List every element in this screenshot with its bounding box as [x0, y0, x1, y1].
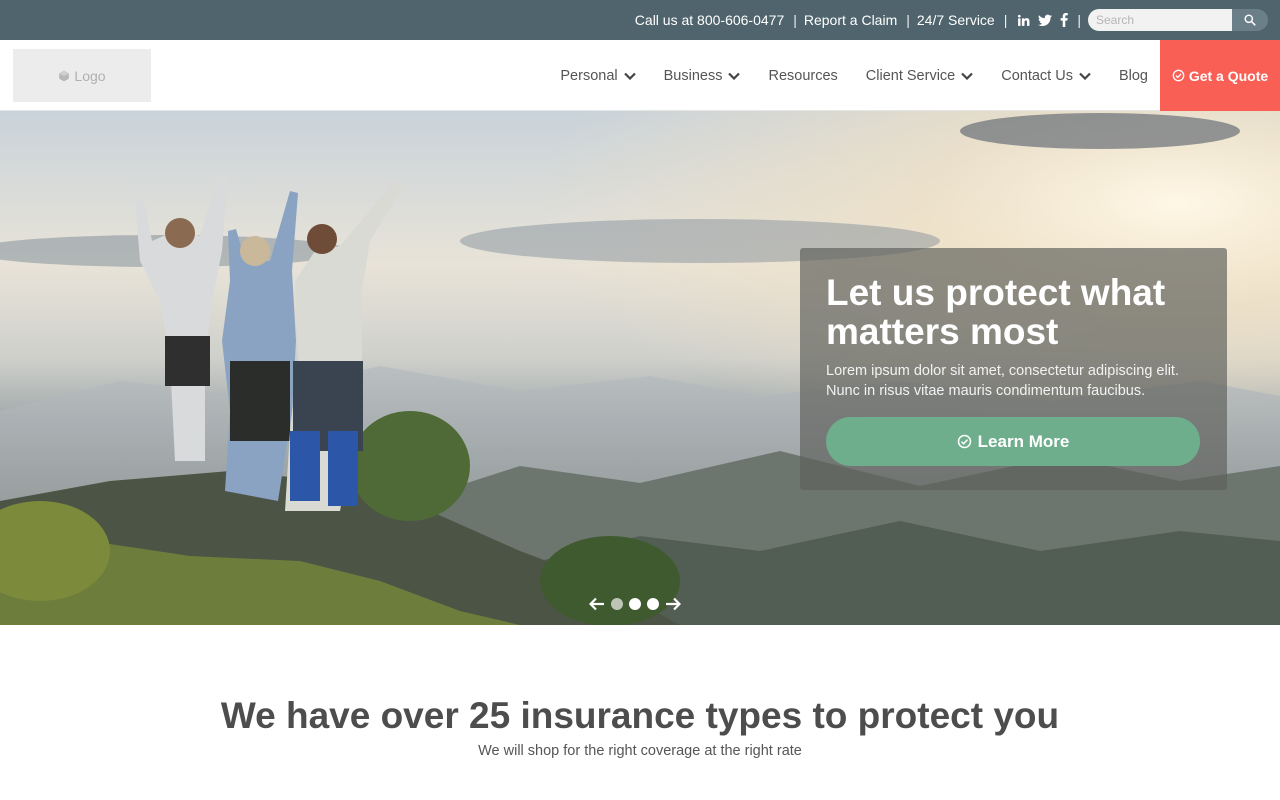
nav-label: Contact Us	[1001, 67, 1073, 84]
social-links	[1017, 13, 1069, 27]
nav-label: Business	[663, 67, 723, 84]
nav-item-personal[interactable]: Personal	[560, 67, 636, 84]
check-circle-icon	[1172, 69, 1185, 82]
search-button[interactable]	[1232, 9, 1268, 31]
site-header: Logo Personal Business Resources Client …	[0, 40, 1280, 111]
facebook-icon[interactable]	[1060, 13, 1069, 27]
twitter-icon[interactable]	[1038, 14, 1053, 27]
section-subtitle: We will shop for the right coverage at t…	[478, 743, 802, 759]
carousel-dot[interactable]	[611, 598, 623, 610]
nav-item-blog[interactable]: Blog	[1119, 68, 1148, 84]
arrow-right-icon[interactable]	[665, 597, 681, 611]
nav-item-resources[interactable]: Resources	[768, 68, 837, 84]
arrow-left-icon[interactable]	[589, 597, 605, 611]
chevron-down-icon	[961, 72, 974, 80]
nav-label: Resources	[768, 67, 838, 84]
nav-label: Blog	[1118, 67, 1148, 84]
separator: |	[793, 12, 797, 28]
chevron-down-icon	[623, 72, 636, 80]
carousel-controls	[589, 597, 681, 611]
chevron-down-icon	[728, 72, 741, 80]
hero-title: Let us protect what matters most	[826, 272, 1166, 352]
service-link[interactable]: 24/7 Service	[917, 12, 995, 28]
get-a-quote-button[interactable]: Get a Quote	[1160, 40, 1280, 111]
quote-label: Get a Quote	[1188, 67, 1269, 84]
logo-text: Logo	[74, 67, 106, 84]
nav-item-contact-us[interactable]: Contact Us	[1001, 68, 1091, 84]
linkedin-icon[interactable]	[1017, 14, 1030, 27]
learn-more-button[interactable]: Learn More	[826, 417, 1200, 466]
main-nav: Personal Business Resources Client Servi…	[532, 40, 1148, 111]
phone-link[interactable]: Call us at 800-606-0477	[635, 12, 784, 28]
check-circle-icon	[957, 434, 971, 449]
search-box	[1088, 9, 1268, 31]
search-input[interactable]	[1088, 9, 1232, 31]
report-claim-link[interactable]: Report a Claim	[804, 12, 897, 28]
utility-bar: Call us at 800-606-0477 | Report a Claim…	[0, 0, 1280, 40]
carousel-dot[interactable]	[629, 598, 641, 610]
hero-banner: Let us protect what matters most Lorem i…	[0, 111, 1280, 625]
cube-icon	[59, 70, 70, 81]
logo[interactable]: Logo	[13, 49, 151, 102]
nav-item-business[interactable]: Business	[664, 68, 741, 84]
carousel-dot[interactable]	[647, 598, 659, 610]
insurance-intro: We have over 25 insurance types to prote…	[0, 625, 1280, 800]
hero-card: Let us protect what matters most Lorem i…	[800, 248, 1227, 490]
nav-label: Client Service	[865, 67, 956, 84]
nav-item-client-service[interactable]: Client Service	[865, 67, 974, 84]
nav-label: Personal	[560, 67, 618, 84]
hero-description: Lorem ipsum dolor sit amet, consectetur …	[826, 363, 1179, 399]
chevron-down-icon	[1079, 72, 1091, 80]
separator: |	[1003, 12, 1008, 28]
separator: |	[1077, 12, 1081, 28]
search-icon	[1244, 14, 1256, 26]
separator: |	[906, 12, 910, 28]
section-title: We have over 25 insurance types to prote…	[220, 695, 1060, 736]
learn-more-label: Learn More	[977, 431, 1070, 451]
